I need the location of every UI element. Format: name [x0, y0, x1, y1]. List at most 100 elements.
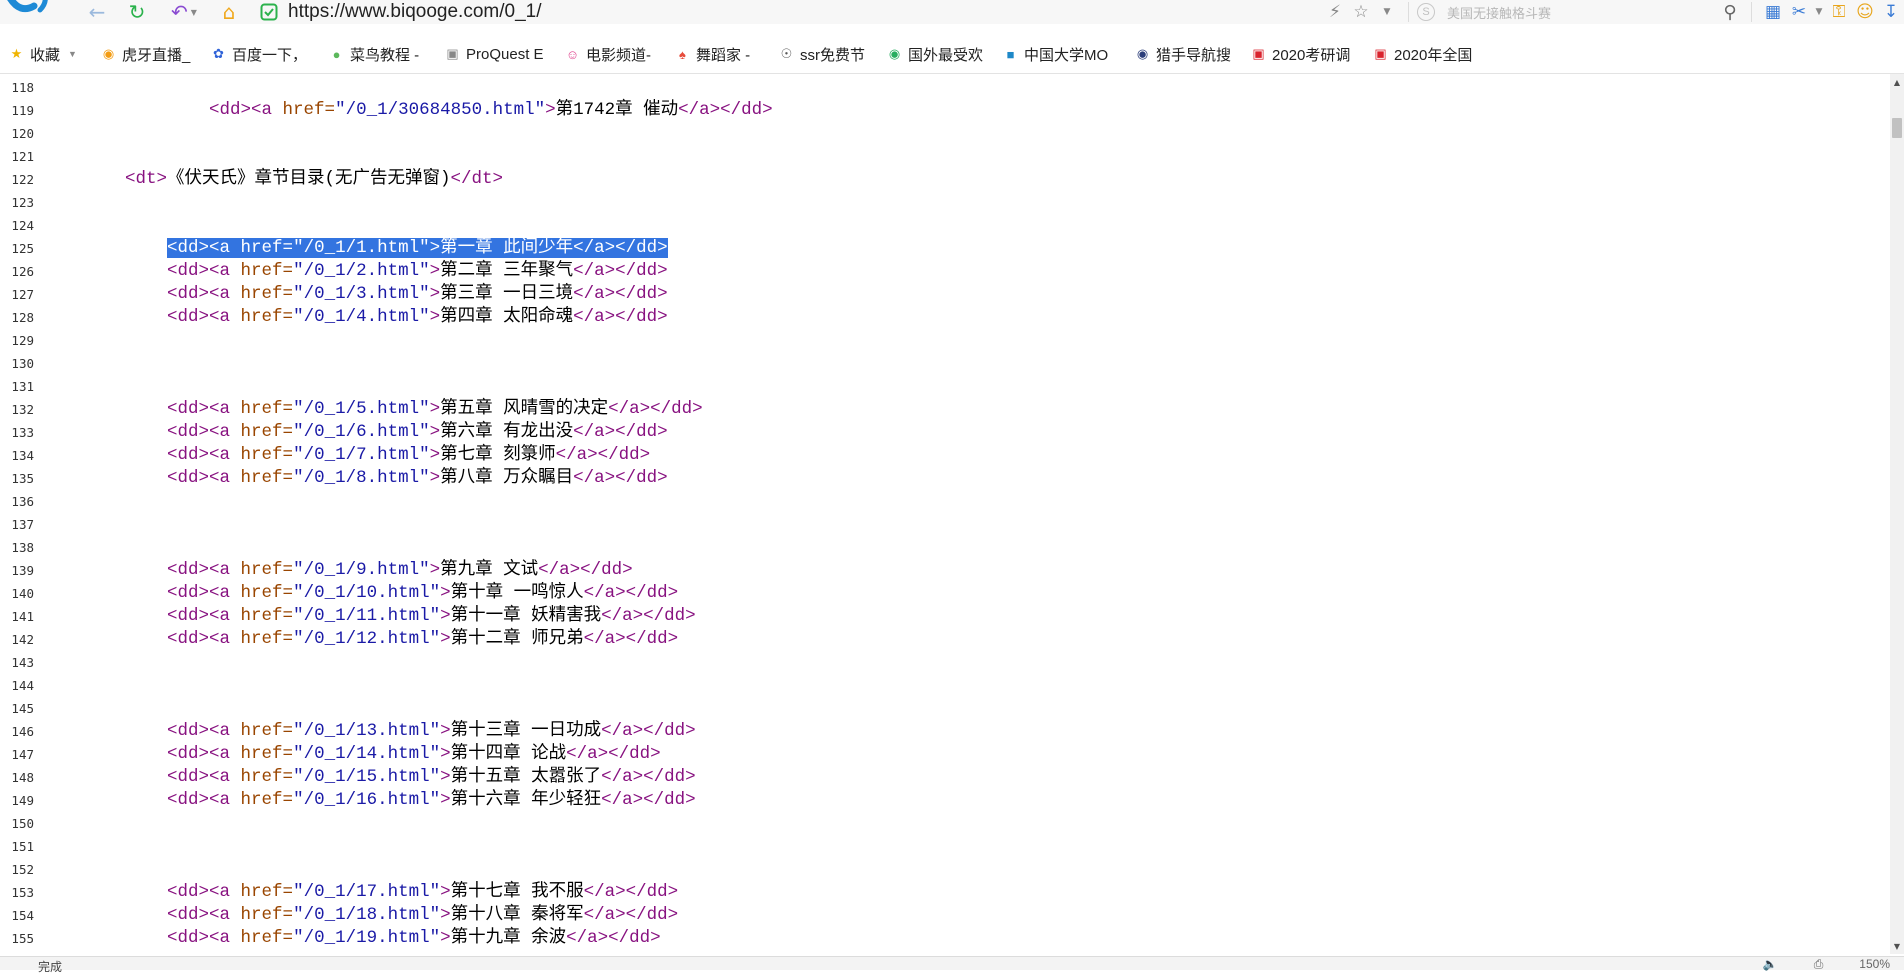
token-val[interactable]: "/0_1/18.html" [293, 905, 440, 925]
source-code[interactable]: <dd><a href="/0_1/5.html">第五章 风晴雪的决定</a>… [41, 398, 703, 421]
token-val[interactable]: "/0_1/12.html" [293, 629, 440, 649]
scroll-up-arrow-icon[interactable]: ▲ [1890, 74, 1904, 90]
source-code[interactable]: <dd><a href="/0_1/1.html">第一章 此间少年</a></… [41, 237, 668, 260]
bookmark-item[interactable]: ● 菜鸟教程 - [328, 40, 420, 68]
vertical-scrollbar[interactable]: ▲ ▼ [1890, 74, 1904, 954]
bookmark-item[interactable]: ▣ 2020考研调 [1250, 40, 1350, 68]
extension-icon[interactable]: ▦ [1760, 0, 1786, 24]
line-number: 135 [11, 471, 34, 486]
bookmark-item[interactable]: ★ 收藏 ▼ [8, 40, 77, 68]
bookmark-star-icon[interactable]: ☆ [1348, 0, 1374, 24]
token-tag: </a></dd> [601, 767, 696, 787]
source-code[interactable]: <dd><a href="/0_1/10.html">第十章 一鸣惊人</a><… [41, 582, 678, 605]
token-val[interactable]: "/0_1/7.html" [293, 445, 430, 465]
token-val[interactable]: "/0_1/13.html" [293, 721, 440, 741]
code-body: <dd><a href="/0_1/6.html">第六章 有龙出没</a></… [167, 422, 668, 442]
token-val[interactable]: "/0_1/4.html" [293, 307, 430, 327]
token-val[interactable]: "/0_1/15.html" [293, 767, 440, 787]
download-icon[interactable]: ↧ [1878, 0, 1904, 24]
token-val[interactable]: "/0_1/19.html" [293, 928, 440, 948]
red-square-icon: ▣ [1252, 46, 1265, 61]
bookmark-item[interactable]: ■ 中国大学MO [1002, 40, 1109, 68]
token-attr: href= [240, 399, 294, 419]
source-code[interactable]: <dd><a href="/0_1/15.html">第十五章 太嚣张了</a>… [41, 766, 696, 789]
token-tag: > [440, 882, 451, 902]
token-tag: > [429, 284, 441, 304]
source-code[interactable]: <dt>《伏天氏》章节目录(无广告无弹窗)</dt> [41, 168, 503, 191]
token-txt: 第十三章 一日功成 [450, 721, 602, 741]
screenshot-scissors-icon[interactable]: ✂ [1786, 0, 1812, 24]
bookmark-item[interactable]: ♠ 舞蹈家 - [674, 40, 750, 68]
address-bar[interactable]: https://www.biqooge.com/0_1/ [260, 0, 1260, 24]
source-code[interactable]: <dd><a href="/0_1/6.html">第六章 有龙出没</a></… [41, 421, 668, 444]
token-tag: <dd><a [167, 882, 241, 902]
source-code[interactable]: <dd><a href="/0_1/11.html">第十一章 妖精害我</a>… [41, 605, 696, 628]
source-code[interactable]: <dd><a href="/0_1/8.html">第八章 万众瞩目</a></… [41, 467, 668, 490]
token-val[interactable]: "/0_1/10.html" [293, 583, 440, 603]
token-val[interactable]: "/0_1/3.html" [293, 284, 430, 304]
lightning-icon[interactable]: ⚡ [1322, 0, 1348, 24]
bookmark-item[interactable]: ▣ 2020年全国 [1372, 40, 1472, 68]
bookmark-item[interactable]: ☉ ssr免费节 [778, 40, 865, 68]
source-code[interactable]: <dd><a href="/0_1/9.html">第九章 文试</a></dd… [41, 559, 633, 582]
bookmark-item[interactable]: ◉ 猎手导航搜 [1134, 40, 1231, 68]
token-val[interactable]: "/0_1/2.html" [293, 261, 430, 281]
source-code[interactable]: <dd><a href="/0_1/7.html">第七章 刻箓师</a></d… [41, 444, 650, 467]
key-icon[interactable]: ⚿ [1826, 0, 1852, 24]
source-code[interactable]: <dd><a href="/0_1/30684850.html">第1742章 … [41, 99, 773, 122]
source-code[interactable]: <dd><a href="/0_1/19.html">第十九章 余波</a></… [41, 927, 661, 950]
bookmark-item[interactable]: ✿ 百度一下， [210, 40, 307, 68]
bookmark-item[interactable]: ☺ 电影频道- [564, 40, 651, 68]
search-icon[interactable]: ⚲ [1717, 0, 1743, 24]
token-val[interactable]: "/0_1/1.html" [293, 238, 430, 258]
chevron-down-icon[interactable]: ▼ [68, 49, 77, 59]
back-button[interactable]: ← [84, 0, 110, 24]
refresh-button[interactable]: ↻ [124, 0, 150, 24]
token-val[interactable]: "/0_1/16.html" [293, 790, 440, 810]
token-val[interactable]: "/0_1/9.html" [293, 560, 430, 580]
source-code[interactable]: <dd><a href="/0_1/12.html">第十二章 师兄弟</a><… [41, 628, 678, 651]
source-code[interactable]: <dd><a href="/0_1/18.html">第十八章 秦将军</a><… [41, 904, 678, 927]
token-txt: 第十八章 秦将军 [450, 905, 584, 925]
home-button[interactable]: ⌂ [216, 0, 242, 24]
token-val[interactable]: "/0_1/5.html" [293, 399, 430, 419]
token-val[interactable]: "/0_1/17.html" [293, 882, 440, 902]
token-tag: > [440, 767, 451, 787]
source-code[interactable]: <dd><a href="/0_1/13.html">第十三章 一日功成</a>… [41, 720, 696, 743]
line-number: 145 [11, 701, 34, 716]
token-val[interactable]: "/0_1/6.html" [293, 422, 430, 442]
search-engine-icon[interactable]: S [1417, 3, 1435, 21]
source-code[interactable]: <dd><a href="/0_1/4.html">第四章 太阳命魂</a></… [41, 306, 668, 329]
source-line: 133 <dd><a href="/0_1/6.html">第六章 有龙出没</… [0, 421, 1890, 444]
source-code[interactable]: <dd><a href="/0_1/16.html">第十六章 年少轻狂</a>… [41, 789, 696, 812]
search-input[interactable]: S 美国无接触格斗赛 [1417, 0, 1717, 24]
page-source-view[interactable]: 118 119 <dd><a href="/0_1/30684850.html">… [0, 74, 1890, 954]
token-val[interactable]: "/0_1/11.html" [293, 606, 440, 626]
source-code[interactable]: <dd><a href="/0_1/17.html">第十七章 我不服</a><… [41, 881, 678, 904]
token-tag: <dd><a [167, 399, 241, 419]
token-val[interactable]: "/0_1/14.html" [293, 744, 440, 764]
undo-close-button[interactable]: ↶ ▼ [164, 0, 204, 24]
chevron-down-icon[interactable]: ▼ [1812, 0, 1826, 24]
url-text[interactable]: https://www.biqooge.com/0_1/ [288, 0, 541, 24]
scroll-down-arrow-icon[interactable]: ▼ [1890, 938, 1904, 954]
source-code[interactable]: <dd><a href="/0_1/14.html">第十四章 论战</a></… [41, 743, 661, 766]
line-number: 151 [11, 839, 34, 854]
token-val[interactable]: "/0_1/8.html" [293, 468, 430, 488]
token-attr: href= [240, 261, 294, 281]
bookmark-label: ProQuest E [466, 45, 544, 63]
line-number: 125 [11, 241, 34, 256]
token-val[interactable]: "/0_1/30684850.html" [335, 100, 545, 120]
emoji-menu-icon[interactable]: ☺ [1852, 0, 1878, 24]
source-line: 148 <dd><a href="/0_1/15.html">第十五章 太嚣张了… [0, 766, 1890, 789]
source-code[interactable]: <dd><a href="/0_1/3.html">第三章 一日三境</a></… [41, 283, 668, 306]
scrollbar-thumb[interactable] [1892, 118, 1902, 138]
line-number: 152 [11, 862, 34, 877]
chevron-down-icon[interactable]: ▼ [1374, 0, 1400, 24]
browser-logo-icon[interactable] [4, 0, 64, 22]
bookmark-item[interactable]: ◉ 国外最受欢 [886, 40, 983, 68]
bookmark-item[interactable]: ▣ ProQuest E [444, 40, 544, 68]
source-code[interactable]: <dd><a href="/0_1/2.html">第二章 三年聚气</a></… [41, 260, 668, 283]
bookmark-item[interactable]: ◉ 虎牙直播_ [100, 40, 191, 68]
